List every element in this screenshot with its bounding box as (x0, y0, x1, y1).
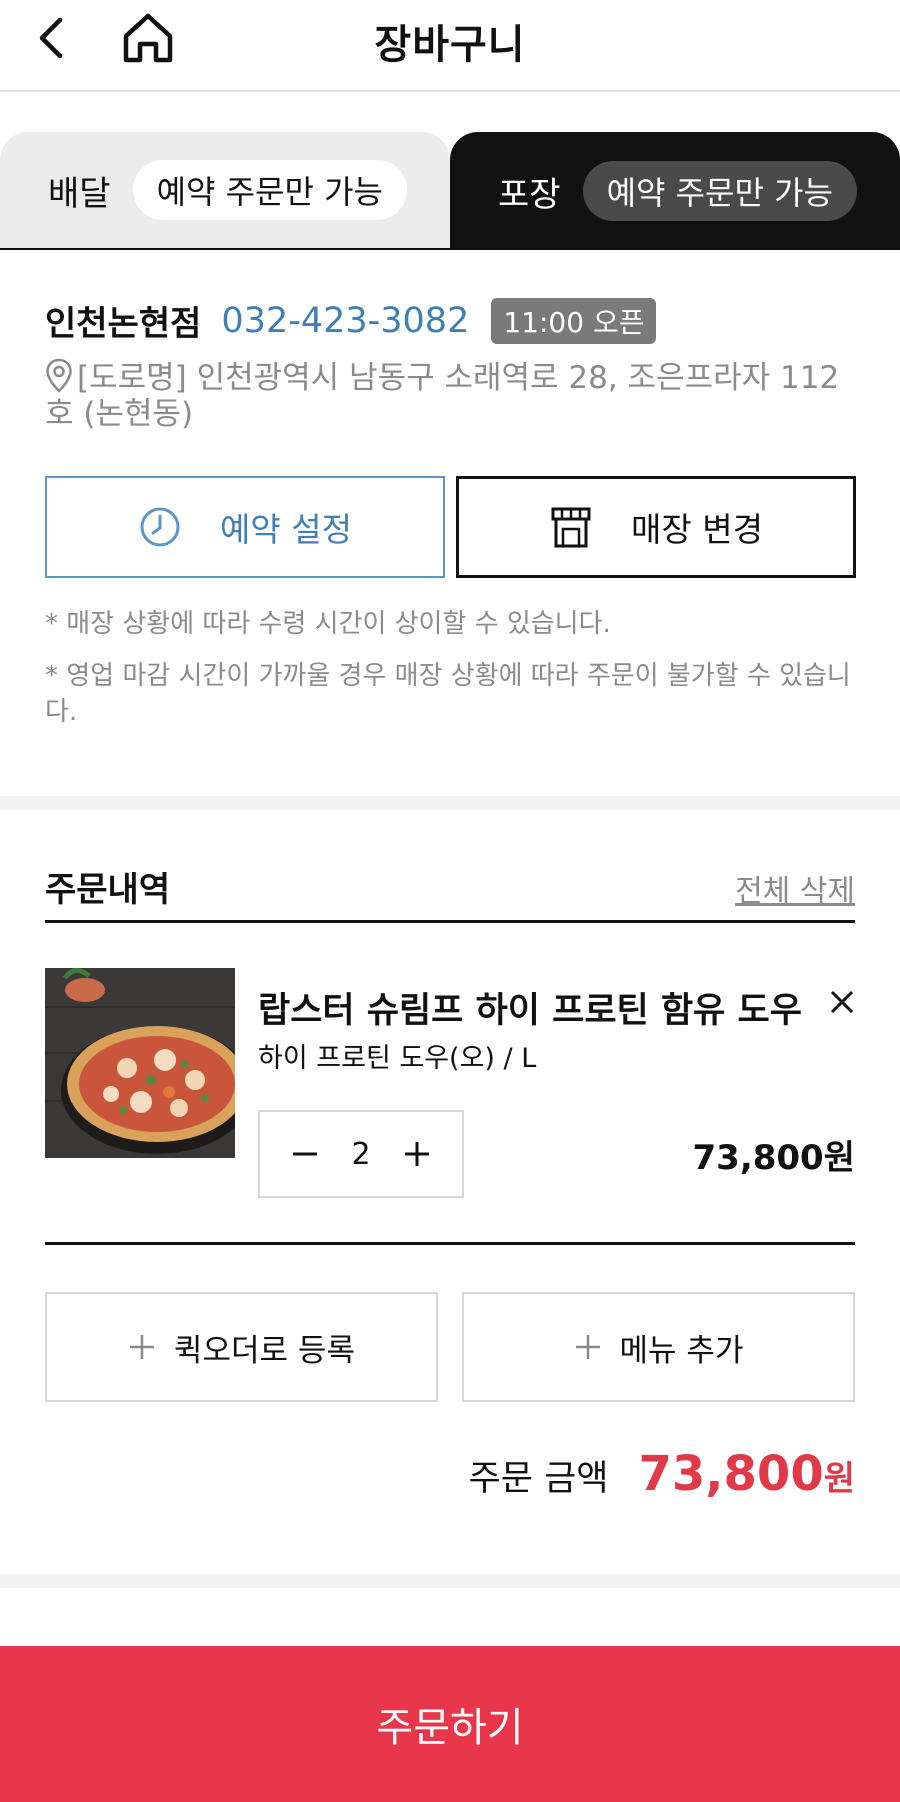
change-store-button[interactable]: 매장 변경 (456, 476, 856, 578)
store-address: [도로명] 인천광역시 남동구 소래역로 28, 조은프라자 112호 (논현동… (45, 358, 855, 432)
add-menu-button[interactable]: 메뉴 추가 (462, 1292, 855, 1402)
reservation-button[interactable]: 예약 설정 (45, 476, 445, 578)
clear-all-link[interactable]: 전체 삭제 (735, 866, 855, 910)
place-order-button[interactable]: 주문하기 (0, 1646, 900, 1802)
quick-order-register-button[interactable]: 퀵오더로 등록 (45, 1292, 438, 1402)
pizza-image (45, 968, 235, 1158)
item-thumbnail (45, 968, 235, 1158)
order-type-tabs: 배달 예약 주문만 가능 포장 예약 주문만 가능 (0, 132, 900, 250)
app-header: 장바구니 (0, 0, 900, 92)
plus-icon (575, 1335, 600, 1359)
quantity-stepper: 2 (258, 1110, 464, 1198)
quick-order-register-label: 퀵오더로 등록 (174, 1332, 355, 1369)
order-footer-divider (45, 1242, 855, 1245)
order-header-divider (45, 920, 855, 923)
plus-icon (130, 1335, 154, 1359)
tab-delivery-badge: 예약 주문만 가능 (132, 160, 407, 220)
plus-icon[interactable] (402, 1139, 432, 1169)
closing-time-notice: * 영업 마감 시간이 가까울 경우 매장 상황에 따라 주문이 불가할 수 있… (45, 661, 851, 727)
store-info-row: 인천논현점 032-423-3082 11:00 오픈 (45, 296, 657, 345)
order-total-row: 주문 금액 73,800 원 (469, 1446, 855, 1502)
location-pin-icon (46, 358, 72, 393)
reservation-button-label: 예약 설정 (220, 510, 352, 549)
pickup-time-notice: * 매장 상황에 따라 수령 시간이 상이할 수 있습니다. (45, 609, 611, 639)
quantity-value: 2 (351, 1136, 371, 1172)
tab-pickup[interactable]: 포장 예약 주문만 가능 (450, 132, 900, 250)
add-menu-label: 메뉴 추가 (619, 1332, 744, 1369)
store-address-text: [도로명] 인천광역시 남동구 소래역로 28, 조은프라자 112호 (논현동… (45, 360, 840, 432)
total-label: 주문 금액 (468, 1459, 609, 1499)
minus-icon[interactable] (290, 1139, 320, 1169)
section-divider (0, 796, 900, 810)
item-price: 73,800원 (692, 1138, 855, 1178)
tab-delivery[interactable]: 배달 예약 주문만 가능 (0, 132, 450, 250)
page-title: 장바구니 (374, 22, 526, 68)
item-name: 랍스터 슈림프 하이 프로틴 함유 도우 (258, 991, 802, 1031)
tab-pickup-badge: 예약 주문만 가능 (582, 161, 857, 221)
item-option: 하이 프로틴 도우(오) / L (258, 1043, 537, 1074)
store-icon (551, 507, 591, 548)
open-time-badge: 11:00 오픈 (491, 297, 657, 344)
tab-pickup-label: 포장 (498, 174, 561, 215)
total-currency-unit: 원 (823, 1459, 855, 1499)
tab-delivery-label: 배달 (48, 173, 111, 214)
remove-item-button[interactable] (824, 984, 860, 1020)
change-store-button-label: 매장 변경 (631, 510, 763, 549)
clock-icon (140, 507, 180, 547)
store-action-row: 예약 설정 매장 변경 (45, 476, 856, 578)
total-amount: 73,800 (638, 1446, 824, 1502)
order-section-title: 주문내역 (45, 870, 171, 910)
store-name: 인천논현점 (45, 304, 202, 344)
close-icon (830, 990, 854, 1014)
store-phone-link[interactable]: 032-423-3082 (221, 301, 469, 341)
section-divider (0, 1574, 900, 1588)
